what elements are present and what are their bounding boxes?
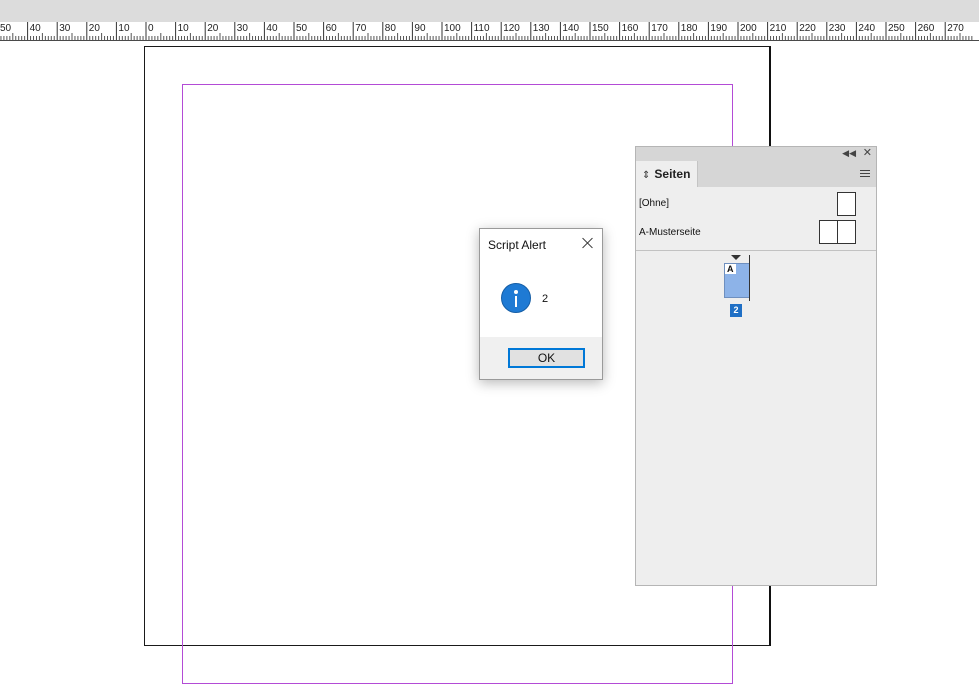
dialog-message: 2 bbox=[542, 293, 549, 305]
ruler-label: 230 bbox=[828, 23, 846, 34]
close-icon[interactable] bbox=[580, 235, 596, 251]
master-prefix: A bbox=[725, 264, 736, 274]
ruler-label: 0 bbox=[148, 23, 154, 34]
panel-divider bbox=[636, 250, 876, 251]
ruler-label: 90 bbox=[414, 23, 426, 34]
ruler-label: 200 bbox=[740, 23, 757, 34]
master-thumbnail-left[interactable] bbox=[819, 220, 838, 244]
ruler-label: 160 bbox=[621, 23, 639, 34]
dialog-footer: OK bbox=[480, 337, 602, 379]
tab-label: Seiten bbox=[654, 167, 691, 181]
ruler-label: 80 bbox=[384, 23, 396, 34]
ruler-label: 40 bbox=[266, 23, 278, 34]
page-thumbnail[interactable]: A bbox=[724, 263, 750, 298]
ruler-label: 210 bbox=[769, 23, 787, 34]
ruler-label: 10 bbox=[118, 23, 130, 34]
top-toolbar-strip bbox=[0, 0, 979, 22]
ruler-label: 110 bbox=[473, 23, 490, 34]
ruler-label: 70 bbox=[355, 23, 367, 34]
master-label: [Ohne] bbox=[639, 198, 670, 209]
ruler-label: 50 bbox=[296, 23, 308, 34]
ruler-label: 20 bbox=[88, 23, 100, 34]
ruler-label: 10 bbox=[177, 23, 189, 34]
page-number-badge[interactable]: 2 bbox=[730, 304, 742, 317]
ruler-label: 250 bbox=[888, 23, 905, 34]
spread-marker-icon bbox=[731, 255, 741, 260]
master-item-none[interactable]: [Ohne] bbox=[636, 191, 876, 219]
master-item-a-musterseite[interactable]: A-Musterseite bbox=[636, 220, 876, 248]
ruler-label: 170 bbox=[651, 23, 668, 34]
ruler-label: 40 bbox=[29, 23, 41, 34]
panel-menu-icon[interactable] bbox=[860, 170, 870, 179]
master-thumbnail[interactable] bbox=[837, 192, 856, 216]
spread-spine bbox=[749, 255, 750, 301]
ruler-label: 260 bbox=[917, 23, 935, 34]
ruler-label: 60 bbox=[325, 23, 337, 34]
double-chevron-left-icon[interactable]: ◀◀ bbox=[842, 148, 856, 159]
info-icon bbox=[501, 283, 531, 313]
master-label: A-Musterseite bbox=[639, 227, 701, 238]
ruler-label: 190 bbox=[710, 23, 728, 34]
dialog-title: Script Alert bbox=[488, 238, 547, 252]
close-icon[interactable]: ✕ bbox=[863, 147, 872, 160]
ruler-label: 140 bbox=[562, 23, 580, 34]
tab-seiten[interactable]: ⇕ Seiten bbox=[636, 161, 698, 187]
ruler-label: 100 bbox=[444, 23, 461, 34]
ruler-label: 240 bbox=[858, 23, 876, 34]
pages-panel[interactable]: ◀◀ ✕ ⇕ Seiten [Ohne] A-Musterseite A 2 bbox=[635, 146, 877, 586]
ruler-label: 130 bbox=[532, 23, 550, 34]
up-down-chevron-icon: ⇕ bbox=[642, 170, 651, 181]
ruler-label: 120 bbox=[503, 23, 520, 34]
horizontal-ruler[interactable]: 50 40 30 20 10 0 10 20 30 40 50 60 70 80 90 100 110 120 13… bbox=[0, 22, 979, 41]
ruler-label: 30 bbox=[59, 23, 71, 34]
ruler-label: 50 bbox=[0, 23, 12, 34]
ruler-label: 30 bbox=[236, 23, 248, 34]
ruler-label: 180 bbox=[680, 23, 698, 34]
ok-button[interactable]: OK bbox=[508, 348, 585, 368]
master-thumbnail-right[interactable] bbox=[837, 220, 856, 244]
script-alert-dialog[interactable]: Script Alert 2 OK bbox=[479, 228, 603, 380]
ruler-label: 220 bbox=[799, 23, 816, 34]
ruler-label: 20 bbox=[207, 23, 219, 34]
ruler-label: 270 bbox=[947, 23, 964, 34]
panel-titlebar[interactable]: ◀◀ ✕ bbox=[636, 147, 876, 162]
panel-tabbar: ⇕ Seiten bbox=[636, 161, 876, 187]
ruler-label: 150 bbox=[592, 23, 609, 34]
